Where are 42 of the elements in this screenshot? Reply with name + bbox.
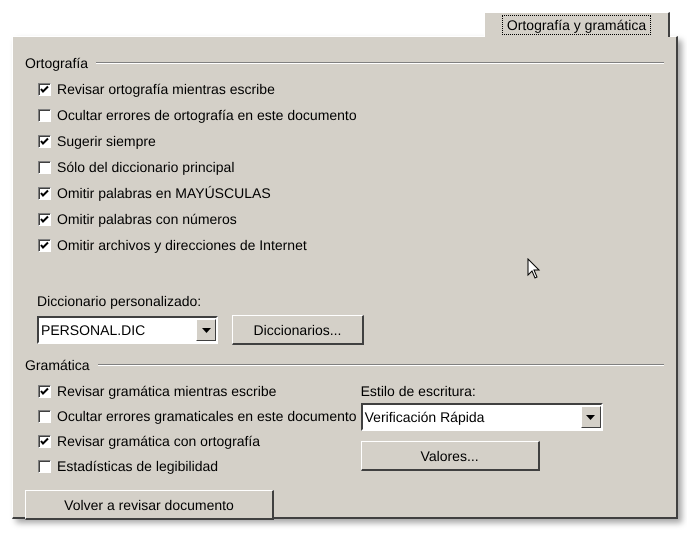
dictionary-dropdown[interactable]: PERSONAL.DIC [37, 316, 218, 344]
checkbox-label[interactable]: Revisar gramática mientras escribe [57, 383, 276, 399]
checkbox[interactable] [38, 134, 51, 148]
dictionaries-button[interactable]: Diccionarios... [232, 315, 364, 345]
group-title: Ortografía [25, 55, 88, 71]
writing-style-dropdown[interactable]: Verificación Rápida [360, 403, 603, 431]
checkbox-label[interactable]: Revisar gramática con ortografía [57, 433, 260, 449]
checkbox[interactable] [38, 212, 51, 226]
checkbox[interactable] [38, 238, 51, 252]
checkbox[interactable] [38, 410, 51, 422]
checkbox-label[interactable]: Revisar ortografía mientras escribe [57, 81, 275, 97]
checkbox[interactable] [38, 186, 51, 200]
checkbox[interactable] [38, 460, 51, 472]
checkbox[interactable] [38, 160, 51, 174]
checkmark-icon [39, 386, 50, 396]
checkmark-icon [39, 214, 50, 224]
checkbox[interactable] [38, 384, 51, 398]
checkbox[interactable] [38, 108, 51, 122]
caret-icon [586, 414, 596, 420]
checkbox-label[interactable]: Sólo del diccionario principal [57, 159, 234, 175]
checkmark-icon [39, 436, 50, 446]
field-label: Estilo de escritura: [360, 382, 477, 401]
checkmark-icon [39, 188, 50, 198]
checkbox-label[interactable]: Omitir archivos y direcciones de Internet [57, 237, 307, 253]
checkbox-label[interactable]: Omitir palabras con números [57, 211, 237, 227]
checkbox-label[interactable]: Ocultar errores gramaticales en este documento [57, 408, 357, 424]
checkbox[interactable] [38, 434, 51, 448]
field-label: Diccionario personalizado: [37, 293, 202, 309]
checkbox-label[interactable]: Estadísticas de legibilidad [57, 458, 218, 474]
settings-button[interactable]: Valores... [360, 441, 540, 471]
caret-icon [202, 328, 210, 332]
group-title: Gramática [25, 357, 90, 373]
checkmark-icon [39, 240, 50, 250]
checkbox-label[interactable]: Sugerir siempre [57, 133, 156, 149]
checkmark-icon [39, 84, 50, 94]
checkmark-icon [39, 136, 50, 146]
checkbox-label[interactable]: Omitir palabras en MAYÚSCULAS [57, 185, 271, 201]
checkbox[interactable] [38, 82, 51, 96]
tab[interactable]: Ortografía y gramática [484, 12, 670, 37]
cursor-icon [527, 258, 541, 280]
recheck-button[interactable]: Volver a revisar documento [25, 490, 274, 520]
checkbox-label[interactable]: Ocultar errores de ortografía en este documento [57, 107, 357, 123]
